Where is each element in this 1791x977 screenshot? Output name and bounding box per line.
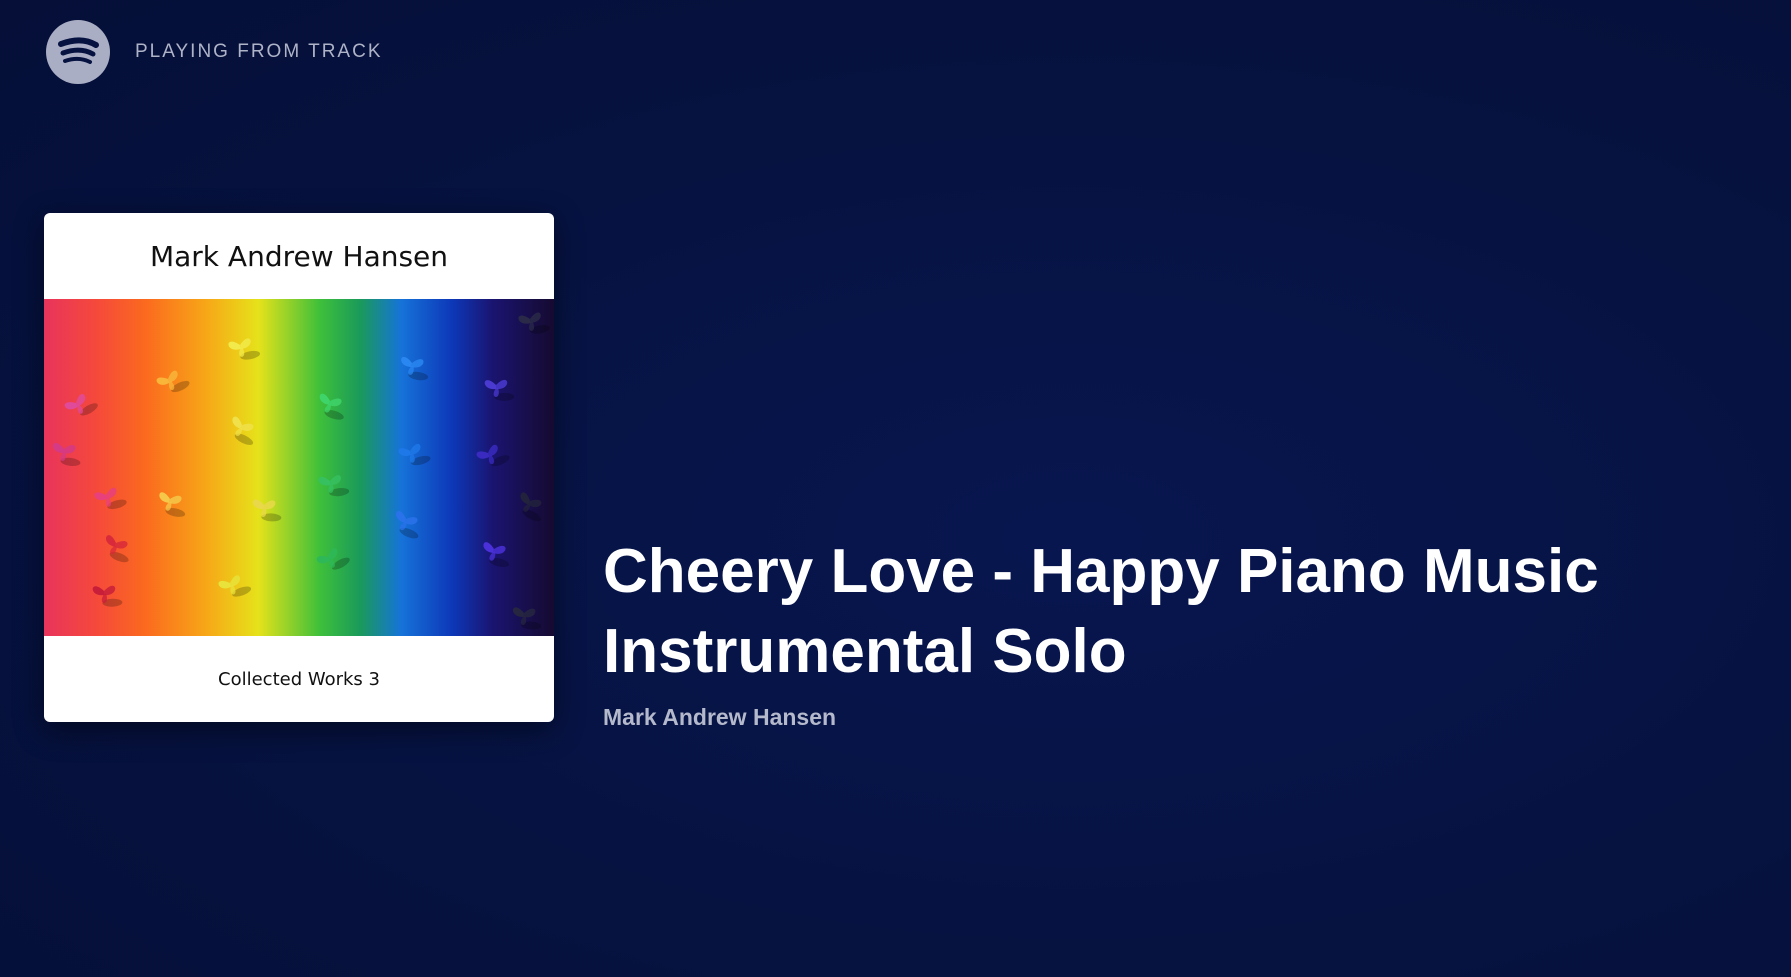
playing-from-label: PLAYING FROM TRACK [135,41,383,62]
butterfly-shape [318,475,350,497]
butterfly-shape [106,535,129,563]
track-artist[interactable]: Mark Andrew Hansen [603,704,1723,731]
butterfly-shape [518,312,550,334]
track-title[interactable]: Cheery Love - Happy Piano Music Instrume… [603,532,1723,692]
butterfly-shape [396,511,419,539]
butterfly-shape [53,443,81,467]
butterfly-shape [520,492,542,522]
butterfly-shape [218,575,252,597]
butterfly-shape [232,416,254,445]
butterfly-shape [401,356,429,381]
cover-album-text: Collected Works 3 [218,668,380,690]
butterfly-shape [316,548,350,570]
album-cover[interactable]: Mark Andrew Hansen Collected Works 3 [44,213,554,722]
butterfly-shape [156,370,190,393]
now-playing-page: PLAYING FROM TRACK Mark Andrew Hansen Co… [0,0,1791,977]
butterfly-shape [228,338,260,360]
butterfly-shape [92,585,123,607]
cover-artwork [44,299,554,636]
butterfly-shape [159,492,186,517]
butterfly-shape [484,379,515,401]
cover-artist-text: Mark Andrew Hansen [149,239,449,273]
butterfly-shape [483,542,509,567]
butterfly-shape [319,393,344,420]
butterfly-shape [398,444,431,466]
header: PLAYING FROM TRACK [46,20,383,84]
butterfly-shape [476,444,510,467]
butterfly-shape [64,394,98,416]
track-info: Cheery Love - Happy Piano Music Instrume… [603,532,1723,731]
butterfly-shape [512,607,542,630]
spotify-logo-icon[interactable] [46,20,110,84]
butterfly-shape [94,487,127,510]
butterfly-shape [252,499,282,522]
butterfly-artwork [53,312,550,630]
